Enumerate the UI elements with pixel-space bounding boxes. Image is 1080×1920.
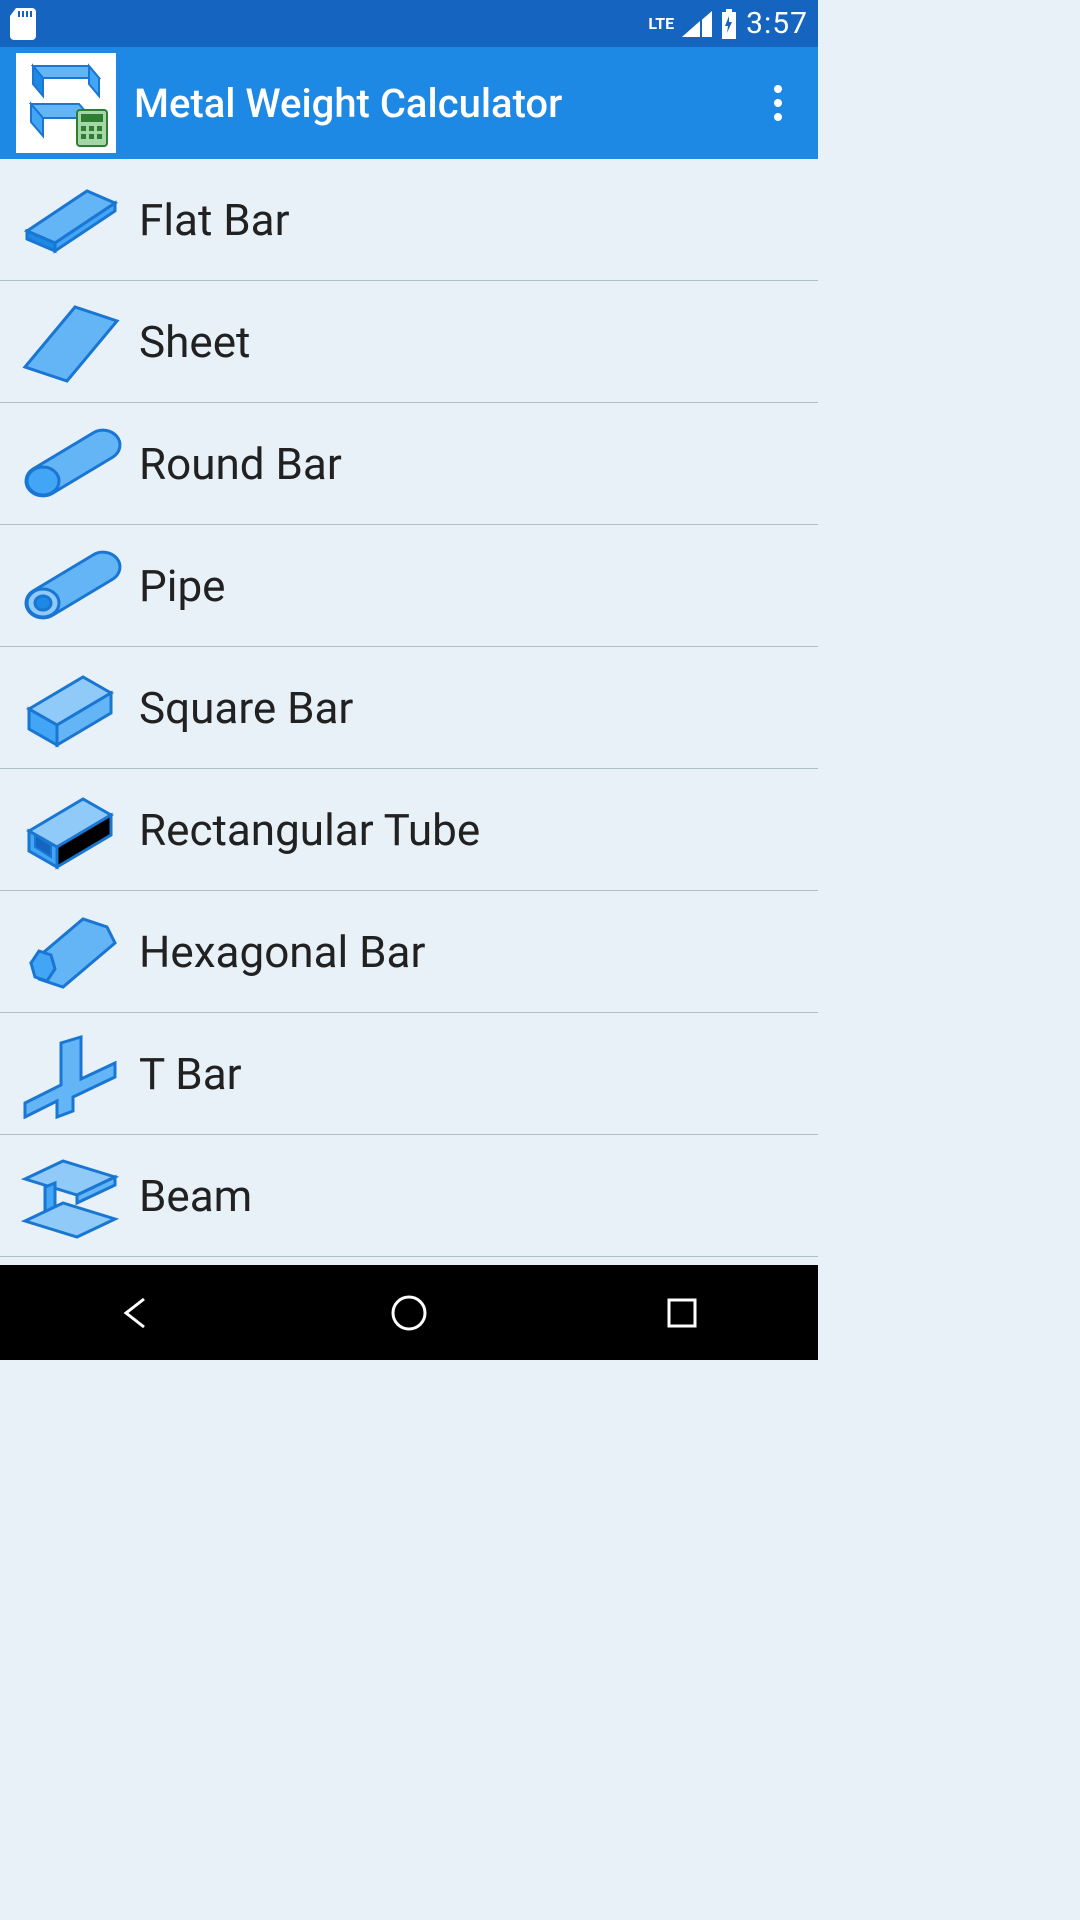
sheet-icon [15,297,125,387]
app-logo-icon [16,53,116,153]
list-item-beam[interactable]: Beam [0,1135,818,1257]
list-item-sheet[interactable]: Sheet [0,281,818,403]
item-label: T Bar [139,1048,242,1100]
list-item-rectangular-tube[interactable]: Rectangular Tube [0,769,818,891]
list-item-t-bar[interactable]: T Bar [0,1013,818,1135]
app-bar: Metal Weight Calculator [0,47,818,159]
list-item-square-bar[interactable]: Square Bar [0,647,818,769]
item-label: Round Bar [139,438,342,490]
overflow-menu-button[interactable] [754,79,802,127]
round-bar-icon [15,419,125,509]
item-label: Beam [139,1170,252,1222]
clock: 3:57 [746,6,808,41]
navigation-bar [0,1265,818,1360]
pipe-icon [15,541,125,631]
item-label: Square Bar [139,682,353,734]
lte-icon: LTE [648,14,674,33]
list-item-flat-bar[interactable]: Flat Bar [0,159,818,281]
item-label: Flat Bar [139,194,290,246]
status-bar: LTE 3:57 [0,0,818,47]
rectangular-tube-icon [15,785,125,875]
page-title: Metal Weight Calculator [134,80,562,127]
battery-icon [720,9,738,39]
list-item-round-bar[interactable]: Round Bar [0,403,818,525]
back-button[interactable] [100,1277,172,1349]
flat-bar-icon [15,175,125,265]
more-vert-icon [774,85,782,121]
beam-icon [15,1151,125,1241]
sd-card-icon [10,8,36,40]
recents-button[interactable] [646,1277,718,1349]
hexagonal-bar-icon [15,907,125,997]
item-label: Rectangular Tube [139,804,480,856]
home-button[interactable] [373,1277,445,1349]
t-bar-icon [15,1029,125,1119]
item-label: Pipe [139,560,226,612]
item-label: Hexagonal Bar [139,926,425,978]
signal-icon [682,11,712,37]
list-item-hexagonal-bar[interactable]: Hexagonal Bar [0,891,818,1013]
list-item-pipe[interactable]: Pipe [0,525,818,647]
shape-list: Flat Bar Sheet Round Bar Pipe Square Bar… [0,159,818,1360]
item-label: Sheet [139,316,250,368]
square-bar-icon [15,663,125,753]
